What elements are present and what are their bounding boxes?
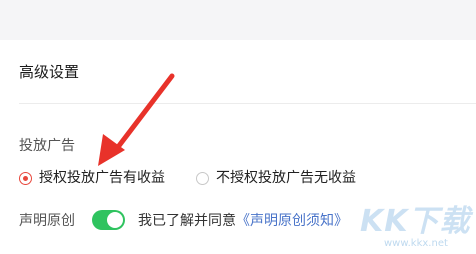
watermark-logo: KK下载 bbox=[360, 204, 471, 239]
radio-option-label: 不授权投放广告无收益 bbox=[216, 170, 356, 186]
declare-original-toggle[interactable] bbox=[92, 210, 125, 230]
divider bbox=[19, 103, 476, 104]
agreement-line: 我已了解并同意《声明原创须知》 bbox=[138, 212, 348, 230]
radio-unchecked-icon bbox=[196, 171, 209, 185]
radio-option-label: 授权投放广告有收益 bbox=[39, 170, 165, 186]
original-notice-link[interactable]: 《声明原创须知》 bbox=[236, 213, 348, 229]
radio-option-no-ads[interactable]: 不授权投放广告无收益 bbox=[196, 169, 356, 187]
ads-group-label: 投放广告 bbox=[19, 138, 75, 154]
agreement-text: 我已了解并同意 bbox=[138, 213, 236, 229]
watermark-url: www.kkx.net bbox=[384, 238, 448, 249]
toggle-knob bbox=[107, 212, 123, 228]
radio-checked-icon bbox=[19, 171, 32, 185]
section-title: 高级设置 bbox=[19, 63, 80, 81]
top-background-band bbox=[0, 0, 476, 40]
declare-original-label: 声明原创 bbox=[19, 213, 75, 229]
radio-option-authorize-ads[interactable]: 授权投放广告有收益 bbox=[19, 169, 165, 187]
